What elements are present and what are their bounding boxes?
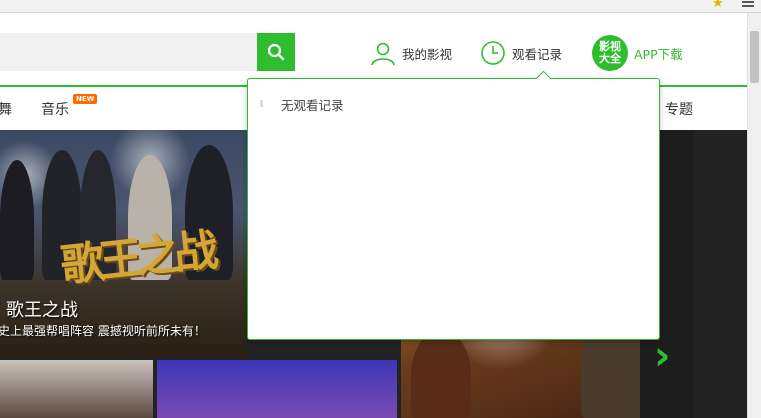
banner-title[interactable]: 歌王之战 <box>6 296 78 322</box>
chevron-right-icon[interactable]: › <box>654 336 670 376</box>
nav-item-topics[interactable]: 专题 <box>665 99 693 119</box>
new-badge: NEW <box>73 94 98 104</box>
menu-icon[interactable] <box>742 1 754 3</box>
app-logo-line2: 大全 <box>599 52 621 65</box>
app-download-label: APP下载 <box>634 46 683 62</box>
scrollbar[interactable] <box>747 13 761 418</box>
empty-history-text: 无观看记录 <box>281 98 344 113</box>
scrollbar-thumb[interactable] <box>750 31 759 83</box>
search-button[interactable] <box>257 33 295 71</box>
site-header: 我的影视 观看记录 影视 大全 APP下载 <box>0 13 748 87</box>
my-video-link[interactable]: 我的影视 <box>370 37 452 69</box>
thumbnail-card[interactable] <box>157 360 397 418</box>
user-icon <box>371 42 395 66</box>
list-marker <box>260 100 263 107</box>
featured-banner[interactable]: 歌王之战 歌王之战 史上最强帮唱阵容 震撼视听前所未有！ <box>0 130 247 358</box>
search-icon <box>267 43 285 61</box>
browser-toolbar: ★ <box>0 0 761 13</box>
history-label: 观看记录 <box>512 46 563 62</box>
app-download-link[interactable]: 影视 大全 APP下载 <box>592 35 683 71</box>
history-dropdown: 无观看记录 <box>247 78 660 340</box>
history-link[interactable]: 观看记录 <box>480 37 562 69</box>
search-input[interactable] <box>0 33 257 71</box>
thumbnail-card[interactable] <box>0 360 153 418</box>
my-video-label: 我的影视 <box>402 46 453 62</box>
app-logo: 影视 大全 <box>592 35 628 71</box>
nav-item-dance[interactable]: 舞 <box>0 99 12 119</box>
nav-item-music-label: 音乐 <box>41 102 69 118</box>
banner-subtitle: 史上最强帮唱阵容 震撼视听前所未有！ <box>0 324 206 338</box>
star-icon[interactable]: ★ <box>712 0 724 11</box>
nav-item-music[interactable]: 音乐 NEW <box>41 94 98 119</box>
clock-icon <box>481 41 505 65</box>
